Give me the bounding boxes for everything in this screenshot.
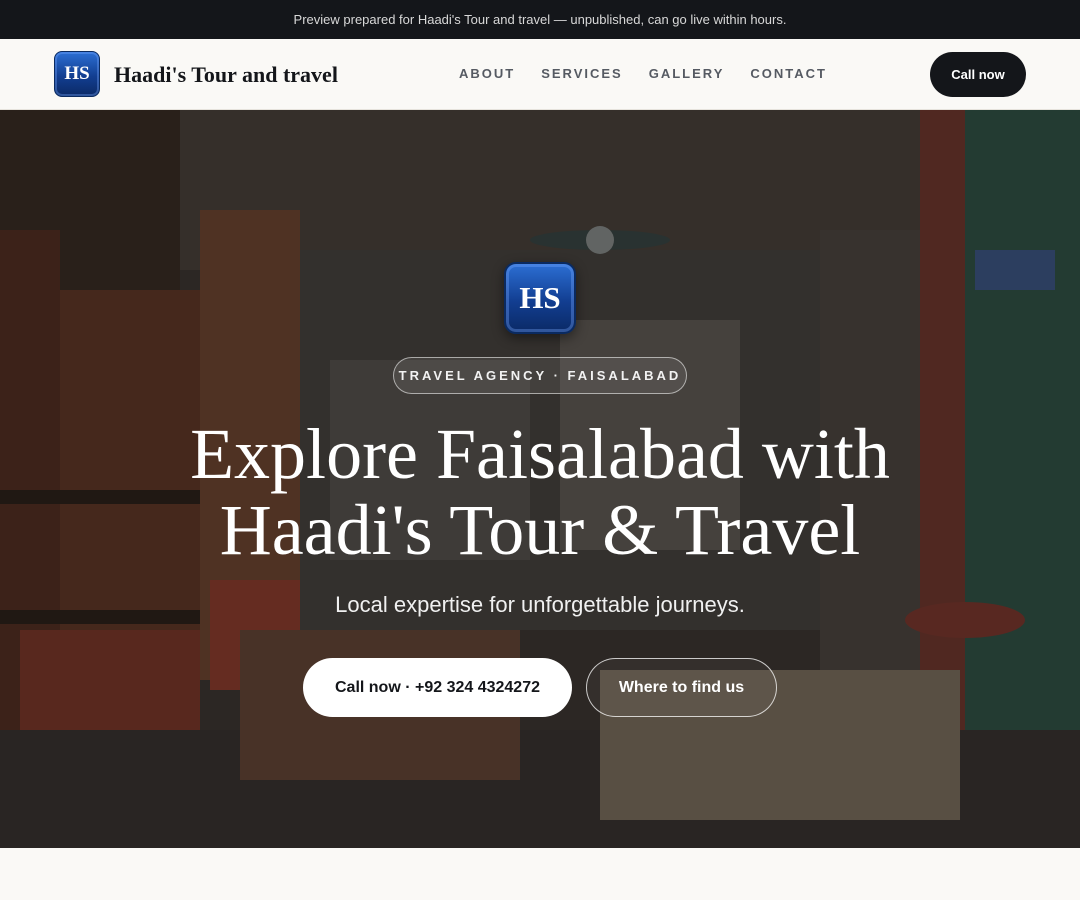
brand-logo-text: HS [64,63,90,84]
nav-link-services[interactable]: SERVICES [541,66,623,81]
hero-find-us-button[interactable]: Where to find us [586,658,777,717]
hero-logo-text: HS [519,280,561,315]
header-call-now-button[interactable]: Call now [930,52,1026,97]
preview-banner: Preview prepared for Haadi's Tour and tr… [0,0,1080,39]
nav-link-about[interactable]: ABOUT [459,66,515,81]
hero-title-line1: Explore Faisalabad with [190,414,890,494]
hero-subtitle: Local expertise for unforgettable journe… [335,592,745,617]
brand-logo[interactable]: HS [54,51,100,97]
hero-category-badge: TRAVEL AGENCY · FAISALABAD [393,357,687,394]
next-section [0,848,1080,900]
hero-logo: HS [504,262,576,334]
main-nav: ABOUT SERVICES GALLERY CONTACT [459,66,853,81]
hero-title: Explore Faisalabad with Haadi's Tour & T… [140,416,940,568]
nav-link-contact[interactable]: CONTACT [750,66,827,81]
preview-banner-text: Preview prepared for Haadi's Tour and tr… [293,12,787,27]
brand-name[interactable]: Haadi's Tour and travel [114,62,338,88]
nav-link-gallery[interactable]: GALLERY [649,66,725,81]
hero-section: HS TRAVEL AGENCY · FAISALABAD Explore Fa… [0,110,1080,848]
hero-title-line2: Haadi's Tour & Travel [219,490,861,570]
site-header: HS Haadi's Tour and travel ABOUT SERVICE… [0,39,1080,110]
hero-call-now-button[interactable]: Call now · +92 324 4324272 [303,658,572,717]
